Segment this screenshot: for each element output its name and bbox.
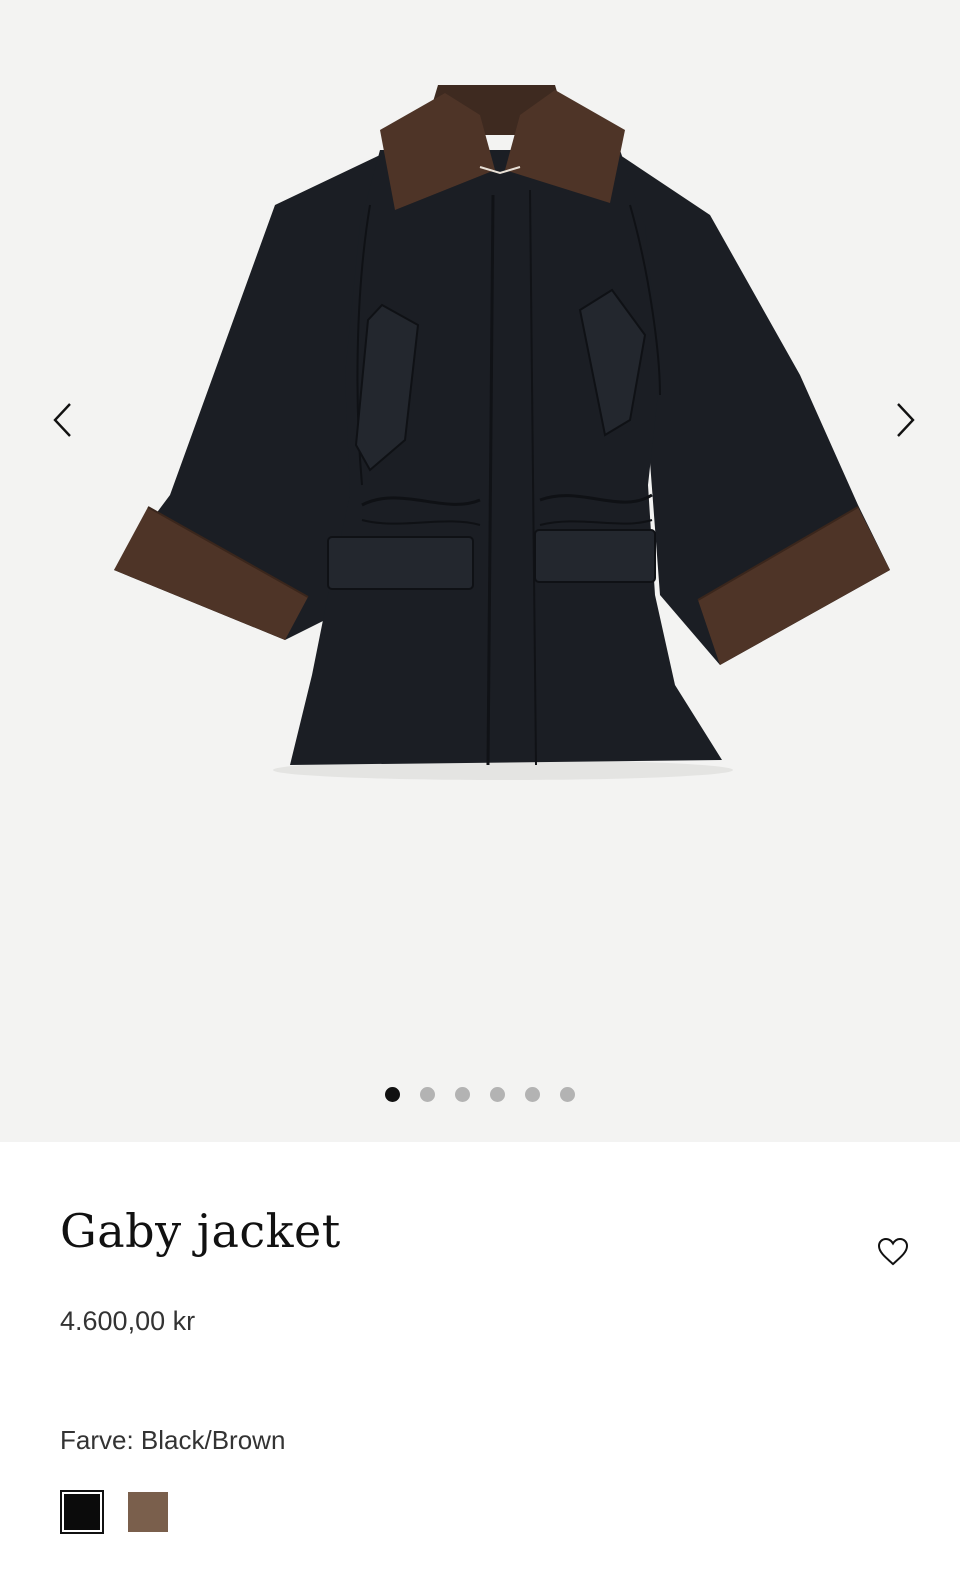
swatch-color <box>128 1492 168 1532</box>
pagination-dot[interactable] <box>385 1087 400 1102</box>
pagination-dot[interactable] <box>525 1087 540 1102</box>
product-image <box>114 85 890 780</box>
heart-icon <box>877 1237 909 1266</box>
swatch-brown[interactable] <box>126 1490 170 1534</box>
product-gallery[interactable] <box>0 0 960 1142</box>
product-price: 4.600,00 kr <box>60 1306 196 1336</box>
product-info: Gaby jacket 4.600,00 kr Farve: Black/Bro… <box>0 1142 960 1570</box>
pagination-dot[interactable] <box>560 1087 575 1102</box>
swatch-color <box>64 1494 100 1530</box>
pagination-dot[interactable] <box>420 1087 435 1102</box>
pagination-dot[interactable] <box>490 1087 505 1102</box>
next-image-button[interactable] <box>881 395 931 445</box>
color-swatches <box>60 1490 170 1534</box>
pagination-dot[interactable] <box>455 1087 470 1102</box>
color-label: Farve: Black/Brown <box>60 1425 286 1455</box>
swatch-black[interactable] <box>60 1490 104 1534</box>
chevron-left-icon <box>53 403 71 437</box>
previous-image-button[interactable] <box>37 395 87 445</box>
product-title: Gaby jacket <box>60 1204 341 1258</box>
chevron-right-icon <box>897 403 915 437</box>
gallery-pagination <box>0 1087 960 1102</box>
wishlist-button[interactable] <box>873 1232 913 1272</box>
